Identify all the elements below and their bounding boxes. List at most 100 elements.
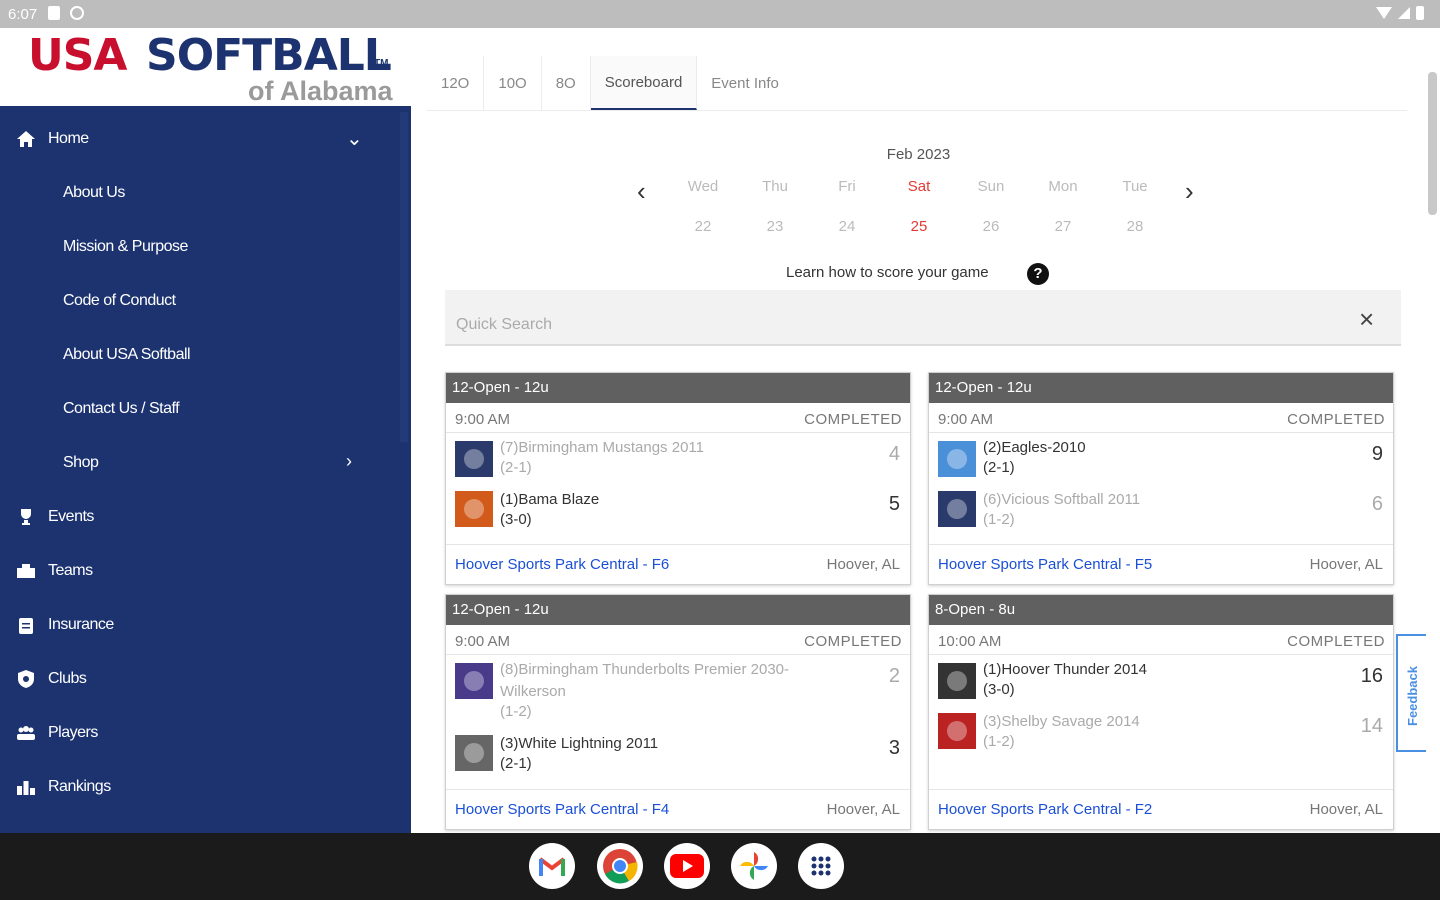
team-logo-icon bbox=[938, 491, 976, 527]
game-division: 12-Open - 12u bbox=[446, 595, 910, 625]
nav-code-of-conduct[interactable]: Code of Conduct bbox=[0, 274, 400, 328]
nav-teams[interactable]: Teams bbox=[0, 544, 400, 598]
team-score: 14 bbox=[1360, 715, 1383, 737]
clipboard-icon bbox=[19, 618, 33, 634]
learn-score-link[interactable]: Learn how to score your game bbox=[786, 264, 989, 281]
venue-link[interactable]: Hoover Sports Park Central - F4 bbox=[455, 801, 669, 818]
game-footer: Hoover Sports Park Central - F5 Hoover, A… bbox=[929, 544, 1393, 584]
close-icon[interactable]: × bbox=[1359, 304, 1374, 335]
nav-mission[interactable]: Mission & Purpose bbox=[0, 220, 400, 274]
team-name: (1)Hoover Thunder 2014 bbox=[983, 661, 1147, 678]
calendar-next-icon[interactable]: › bbox=[1185, 176, 1194, 207]
game-card[interactable]: 12-Open - 12u 9:00 AM COMPLETED (8)Birmingh… bbox=[445, 594, 911, 830]
rankings-icon bbox=[17, 781, 35, 795]
logo-tm: TM bbox=[374, 58, 389, 69]
tab-bar: 12O 10O 8O Scoreboard Event Info bbox=[427, 56, 793, 110]
team-logo-icon bbox=[938, 713, 976, 749]
team-name: (3)White Lightning 2011 bbox=[500, 735, 659, 752]
game-footer: Hoover Sports Park Central - F6 Hoover, A… bbox=[446, 544, 910, 584]
tab-8o[interactable]: 8O bbox=[542, 56, 591, 110]
game-card[interactable]: 12-Open - 12u 9:00 AM COMPLETED (2)Eagles-2… bbox=[928, 372, 1394, 585]
team-record: (1-2) bbox=[983, 733, 1015, 750]
calendar-day-label[interactable]: Mon bbox=[1033, 178, 1093, 195]
chevron-down-icon: ⌄ bbox=[346, 128, 363, 150]
chrome-icon[interactable] bbox=[597, 843, 643, 889]
team-score: 2 bbox=[888, 665, 900, 687]
calendar-day-number[interactable]: 26 bbox=[961, 218, 1021, 235]
nav-contact[interactable]: Contact Us / Staff bbox=[0, 382, 400, 436]
game-status: COMPLETED bbox=[804, 411, 902, 428]
nav-insurance[interactable]: Insurance bbox=[0, 598, 400, 652]
tab-12o[interactable]: 12O bbox=[427, 56, 485, 110]
nav-mission-label: Mission & Purpose bbox=[63, 238, 188, 255]
sim-icon bbox=[48, 6, 60, 20]
feedback-label: Feedback bbox=[1405, 666, 1420, 726]
youtube-icon[interactable] bbox=[664, 843, 710, 889]
calendar-day-label[interactable]: Fri bbox=[817, 178, 877, 195]
calendar-day-number[interactable]: 27 bbox=[1033, 218, 1093, 235]
sidebar-scrollbar[interactable] bbox=[400, 112, 408, 442]
calendar-day-label[interactable]: Wed bbox=[673, 178, 733, 195]
team-logo-icon bbox=[455, 735, 493, 771]
help-icon[interactable]: ? bbox=[1027, 263, 1049, 285]
nav-shop[interactable]: Shop › bbox=[0, 436, 400, 490]
nav-contact-label: Contact Us / Staff bbox=[63, 400, 180, 417]
nav-rankings[interactable]: Rankings bbox=[0, 760, 400, 814]
calendar-day-number[interactable]: 24 bbox=[817, 218, 877, 235]
nav-players[interactable]: Players bbox=[0, 706, 400, 760]
nav-shop-label: Shop bbox=[63, 454, 99, 471]
tab-scoreboard[interactable]: Scoreboard bbox=[590, 56, 698, 110]
app-launcher-icon[interactable] bbox=[798, 843, 844, 889]
calendar-day-number[interactable]: 22 bbox=[673, 218, 733, 235]
nav-players-label: Players bbox=[48, 724, 98, 741]
quick-search-placeholder: Quick Search bbox=[456, 316, 553, 333]
venue-link[interactable]: Hoover Sports Park Central - F6 bbox=[455, 556, 669, 573]
calendar-day-label[interactable]: Thu bbox=[745, 178, 805, 195]
team-score: 9 bbox=[1371, 443, 1383, 465]
status-time: 6:07 bbox=[8, 6, 38, 23]
nav-events-label: Events bbox=[48, 508, 94, 525]
nav-clubs[interactable]: Clubs bbox=[0, 652, 400, 706]
calendar-day-number[interactable]: 23 bbox=[745, 218, 805, 235]
feedback-button[interactable]: Feedback bbox=[1396, 634, 1426, 752]
game-time: 9:00 AM bbox=[455, 411, 511, 428]
photos-icon[interactable] bbox=[731, 843, 777, 889]
team-score: 4 bbox=[888, 443, 900, 465]
nav-events[interactable]: Events bbox=[0, 490, 400, 544]
team-name: (8)Birmingham Thunderbolts Premier 2030-… bbox=[500, 661, 790, 700]
team-record: (3-0) bbox=[500, 511, 532, 528]
calendar-prev-icon[interactable]: ‹ bbox=[637, 176, 646, 207]
game-footer: Hoover Sports Park Central - F2 Hoover, A… bbox=[929, 789, 1393, 829]
game-card[interactable]: 8-Open - 8u 10:00 AM COMPLETED (1)Hoover Th… bbox=[928, 594, 1394, 830]
calendar-day-number[interactable]: 25 bbox=[889, 218, 949, 235]
nav-about-usa-softball[interactable]: About USA Softball bbox=[0, 328, 400, 382]
game-status-row: 10:00 AM COMPLETED bbox=[929, 625, 1393, 655]
site-logo[interactable]: USA SOFTBALL TM of Alabama bbox=[0, 28, 411, 106]
quick-search-input[interactable]: Quick Search × bbox=[445, 290, 1401, 346]
calendar-day-label[interactable]: Sat bbox=[889, 178, 949, 195]
gmail-icon[interactable] bbox=[529, 843, 575, 889]
nav-rankings-label: Rankings bbox=[48, 778, 111, 795]
venue-link[interactable]: Hoover Sports Park Central - F2 bbox=[938, 801, 1152, 818]
tab-event-info[interactable]: Event Info bbox=[697, 56, 793, 110]
nav-about-us[interactable]: About Us bbox=[0, 166, 400, 220]
page-scrollbar[interactable] bbox=[1428, 72, 1437, 215]
teams-icon bbox=[17, 564, 35, 578]
tab-10o[interactable]: 10O bbox=[484, 56, 542, 110]
venue-city: Hoover, AL bbox=[826, 801, 900, 818]
calendar-day-label[interactable]: Sun bbox=[961, 178, 1021, 195]
chevron-right-icon: › bbox=[346, 451, 352, 471]
nav-code-of-conduct-label: Code of Conduct bbox=[63, 292, 176, 309]
game-time: 9:00 AM bbox=[455, 633, 511, 650]
team-name: (7)Birmingham Mustangs 2011 bbox=[500, 439, 704, 456]
nav-home[interactable]: Home ⌄ bbox=[0, 112, 400, 166]
game-time: 10:00 AM bbox=[938, 633, 1002, 650]
calendar-day-label[interactable]: Tue bbox=[1105, 178, 1165, 195]
game-card[interactable]: 12-Open - 12u 9:00 AM COMPLETED (7)Birmingh… bbox=[445, 372, 911, 585]
team-record: (2-1) bbox=[983, 459, 1015, 476]
calendar-day-number[interactable]: 28 bbox=[1105, 218, 1165, 235]
team-logo-icon bbox=[455, 441, 493, 477]
home-icon bbox=[17, 131, 35, 147]
venue-link[interactable]: Hoover Sports Park Central - F5 bbox=[938, 556, 1152, 573]
team-score: 3 bbox=[888, 737, 900, 759]
